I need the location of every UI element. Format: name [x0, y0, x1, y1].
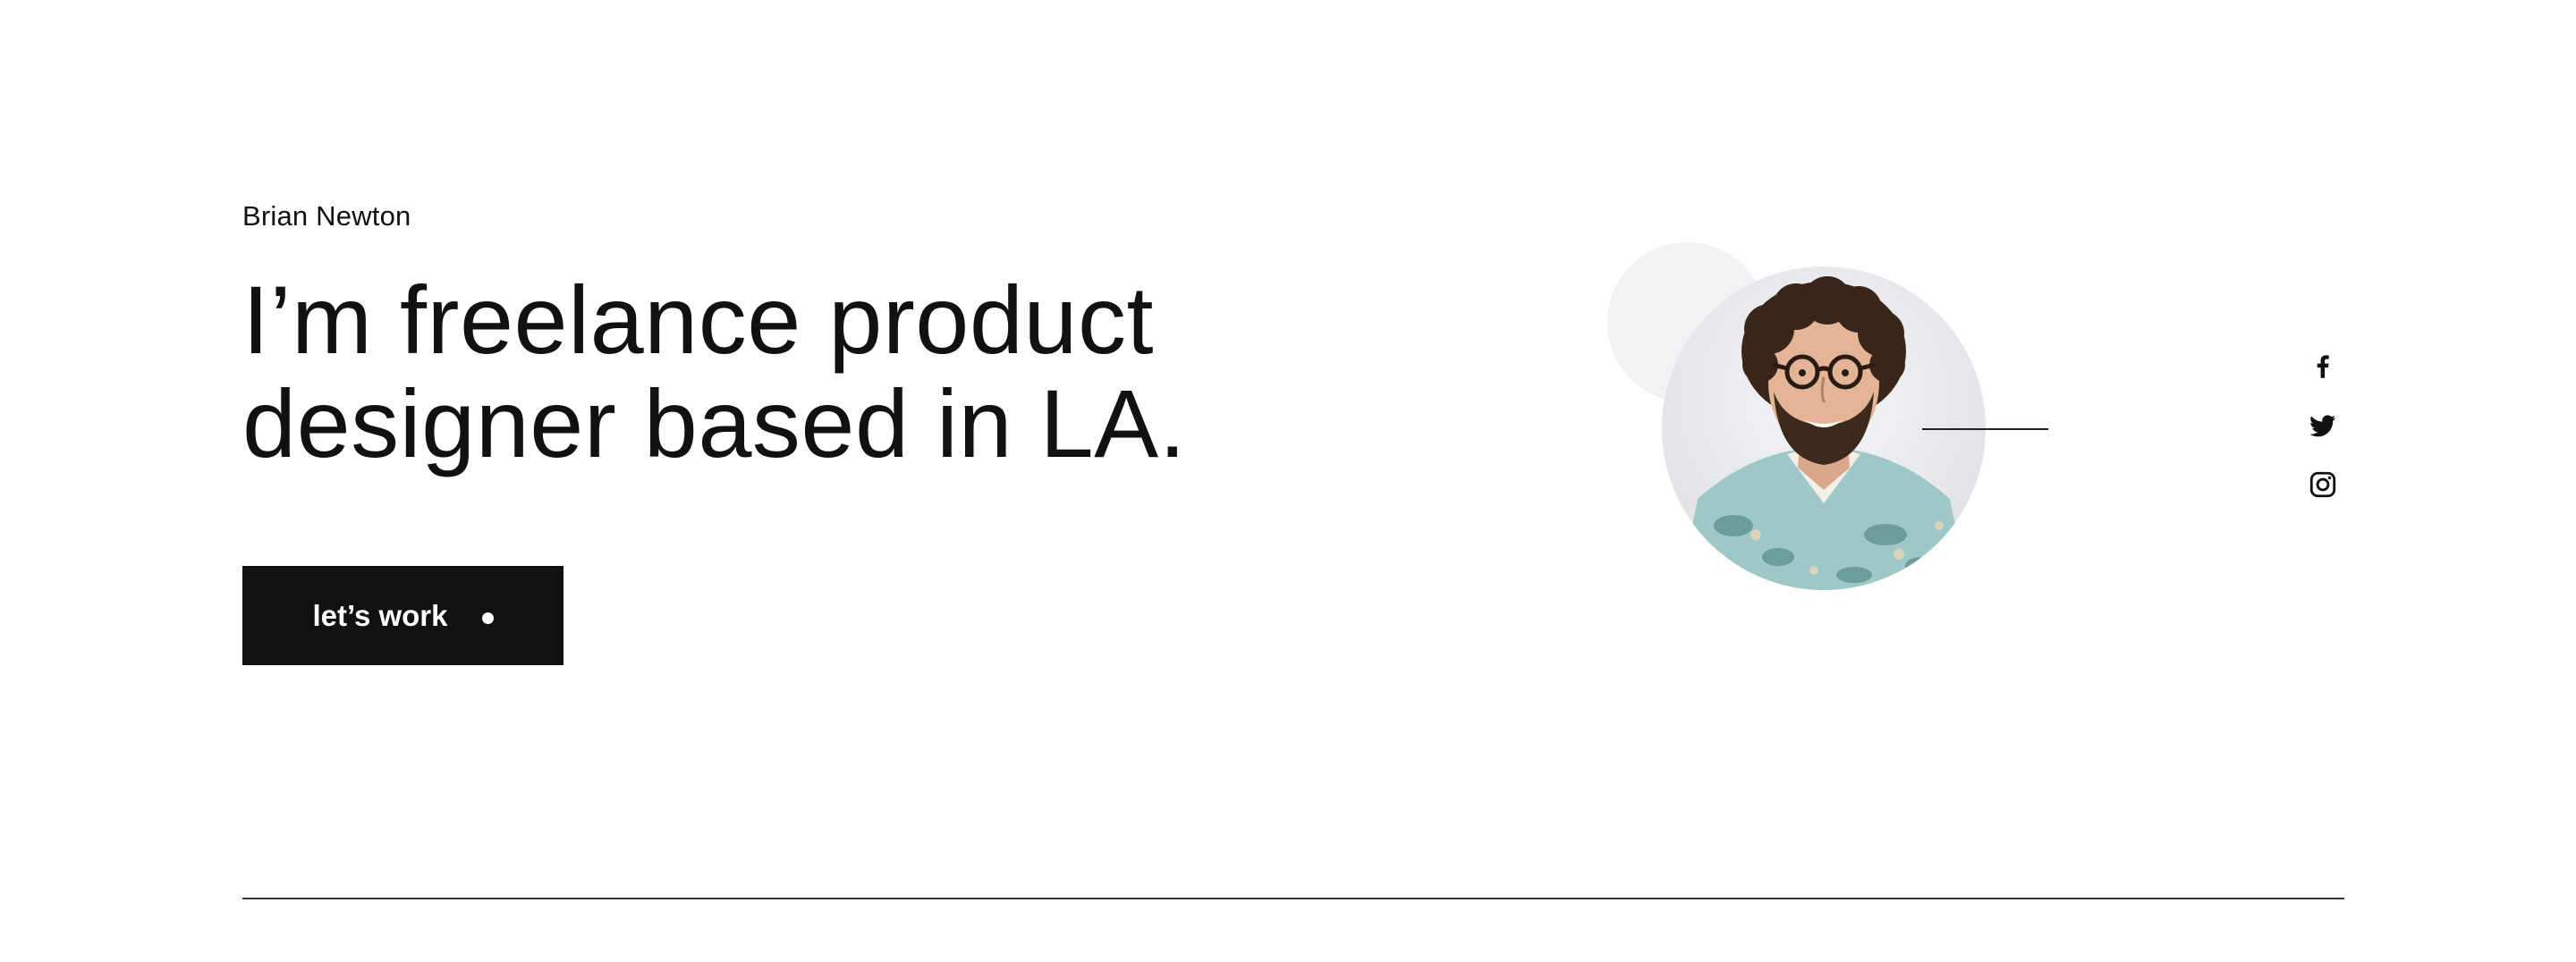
headline-line-2: designer based in LA. [242, 369, 1187, 477]
social-links [2308, 351, 2338, 500]
instagram-icon [2309, 471, 2336, 498]
hero-headline: I’m freelance product designer based in … [242, 268, 1316, 476]
twitter-icon [2309, 415, 2336, 437]
connector-line [1922, 428, 2048, 430]
instagram-link[interactable] [2308, 469, 2338, 500]
section-divider [242, 898, 2344, 899]
facebook-icon [2317, 355, 2329, 378]
facebook-link[interactable] [2308, 351, 2338, 382]
twitter-link[interactable] [2308, 410, 2338, 441]
dot-icon [481, 612, 494, 624]
hero-section: Brian Newton I’m freelance product desig… [0, 0, 2576, 962]
lets-work-label: let’s work [312, 598, 448, 632]
lets-work-button[interactable]: let’s work [242, 566, 564, 665]
headline-line-1: I’m freelance product [242, 266, 1154, 374]
author-name: Brian Newton [242, 200, 411, 232]
